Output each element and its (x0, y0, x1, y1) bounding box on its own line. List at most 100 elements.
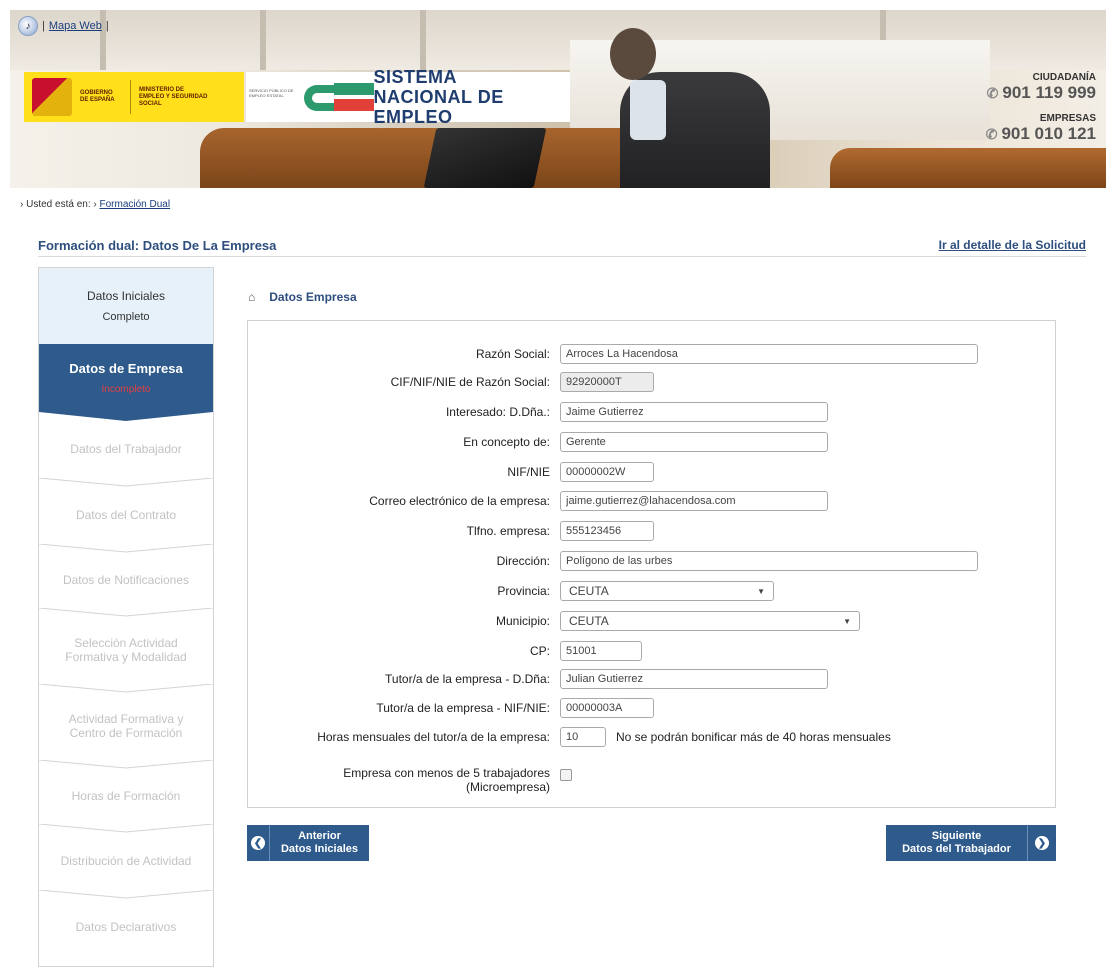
separator: | (42, 20, 45, 32)
company-label: EMPRESAS (1039, 113, 1096, 124)
chevron-left-icon: ❮ (251, 836, 265, 850)
nif-input[interactable] (560, 462, 654, 482)
step-status: Incompleto (101, 384, 151, 395)
sne-logo[interactable]: SISTEMA NACIONAL DE EMPLEO (298, 67, 570, 127)
form-row-correo: Correo electrónico de la empresa: (248, 490, 1055, 512)
sitemap-link[interactable]: Mapa Web (49, 20, 102, 32)
home-icon[interactable]: ⌂ (248, 290, 255, 304)
previous-label: Anterior Datos Iniciales (280, 830, 359, 855)
ministry-text: MINISTERIO DE EMPLEO Y SEGURIDAD SOCIAL (139, 86, 208, 107)
step-datos-trabajador[interactable]: Datos del Trabajador (39, 416, 213, 482)
citizen-label: CIUDADANÍA (1032, 72, 1096, 83)
form-row-telefono: Tlfno. empresa: (248, 520, 1055, 542)
step-datos-notificaciones[interactable]: Datos de Notificaciones (39, 548, 213, 612)
chevron-down-icon: ▼ (757, 586, 765, 596)
panel-header: ⌂ Datos Empresa (248, 290, 357, 304)
citizen-phone: ✆ 901 119 999 (986, 83, 1096, 102)
field-label: Horas mensuales del tutor/a de la empres… (317, 730, 550, 744)
site-header: ♪ | Mapa Web | GOBIERNO DE ESPAÑA MINIST… (10, 10, 1106, 188)
header-person-image (610, 20, 770, 188)
field-label: Interesado: D.Dña.: (445, 405, 550, 419)
phone-icon: ✆ (986, 84, 999, 101)
sne-logo-icon (304, 79, 374, 115)
step-actividad-centro[interactable]: Actividad Formativa y Centro de Formació… (39, 688, 213, 764)
tutor-nif-input[interactable] (560, 698, 654, 718)
tutor-name-input[interactable] (560, 669, 828, 689)
hours-note: No se podrán bonificar más de 40 horas m… (616, 730, 891, 744)
government-logo[interactable]: GOBIERNO DE ESPAÑA MINISTERIO DE EMPLEO … (24, 72, 244, 122)
form-row-provincia: Provincia: CEUTA ▼ (248, 580, 1055, 602)
request-detail-link[interactable]: Ir al detalle de la Solicitud (939, 238, 1086, 252)
header-sofa-right (830, 148, 1106, 188)
razon-social-input[interactable] (560, 344, 978, 364)
steps-sidebar: Datos Iniciales Completo Datos de Empres… (38, 267, 214, 967)
gov-text: GOBIERNO DE ESPAÑA (80, 90, 115, 103)
form-row-microempresa: Empresa con menos de 5 trabajadores (Mic… (248, 762, 1055, 798)
next-label: Siguiente Datos del Trabajador (902, 830, 1011, 855)
field-label: CP: (529, 644, 550, 658)
tutor-hours-input[interactable] (560, 727, 606, 747)
top-links: ♪ | Mapa Web | (18, 16, 109, 36)
sepe-text: SERVICIO PÚBLICO DE EMPLEO ESTATAL (246, 72, 298, 122)
step-datos-declarativos[interactable]: Datos Declarativos (39, 894, 213, 960)
breadcrumb-link[interactable]: Formación Dual (99, 199, 170, 210)
field-label: Tutor/a de la empresa - NIF/NIE: (376, 701, 550, 715)
microempresa-checkbox[interactable] (560, 769, 572, 781)
concepto-input[interactable] (560, 432, 828, 452)
province-select[interactable]: CEUTA ▼ (560, 581, 774, 601)
field-label: Empresa con menos de 5 trabajadores (Mic… (343, 766, 550, 794)
cif-input (560, 372, 654, 392)
form-row-municipio: Municipio: CEUTA ▼ (248, 610, 1055, 632)
breadcrumb-prefix: Usted está en: (26, 199, 91, 210)
contact-phones: CIUDADANÍA ✆ 901 119 999 EMPRESAS ✆ 901 … (986, 72, 1096, 144)
next-button[interactable]: Siguiente Datos del Trabajador ❯ (886, 825, 1056, 861)
form-row-tutor-nif: Tutor/a de la empresa - NIF/NIE: (248, 697, 1055, 719)
interesado-input[interactable] (560, 402, 828, 422)
step-seleccion-actividad[interactable]: Selección Actividad Formativa y Modalida… (39, 612, 213, 688)
form-row-tutor-nombre: Tutor/a de la empresa - D.Dña: (248, 668, 1055, 690)
phone-input[interactable] (560, 521, 654, 541)
form-row-direccion: Dirección: (248, 550, 1055, 572)
header-laptop (423, 128, 547, 188)
step-distribucion-actividad[interactable]: Distribución de Actividad (39, 828, 213, 894)
email-field[interactable] (560, 491, 828, 511)
step-status: Completo (102, 311, 150, 323)
step-datos-contrato[interactable]: Datos del Contrato (39, 482, 213, 548)
field-label: Correo electrónico de la empresa: (369, 494, 550, 508)
separator: | (105, 20, 109, 32)
form-row-razon-social: Razón Social: (248, 343, 1055, 365)
panel-title: Datos Empresa (269, 290, 357, 304)
field-label: En concepto de: (463, 435, 550, 449)
municipality-select[interactable]: CEUTA ▼ (560, 611, 860, 631)
page-title: Formación dual: Datos De La Empresa (38, 238, 277, 253)
previous-button[interactable]: ❮ Anterior Datos Iniciales (247, 825, 369, 861)
field-label: CIF/NIF/NIE de Razón Social: (390, 375, 550, 389)
step-datos-empresa[interactable]: Datos de Empresa Incompleto (39, 344, 213, 412)
title-divider (38, 256, 1086, 257)
coat-of-arms-icon (32, 78, 72, 116)
company-phone: ✆ 901 010 121 (985, 124, 1096, 143)
field-label: Provincia: (497, 584, 550, 598)
step-horas-formacion[interactable]: Horas de Formación (39, 764, 213, 828)
chevron-down-icon: ▼ (843, 616, 851, 626)
form-row-cif: CIF/NIF/NIE de Razón Social: (248, 371, 1055, 393)
form-row-nif: NIF/NIE (248, 461, 1055, 483)
field-label: Razón Social: (475, 347, 550, 361)
field-label: Municipio: (495, 614, 550, 628)
form-row-cp: CP: (248, 640, 1055, 662)
postal-code-input[interactable] (560, 641, 642, 661)
sne-line1: SISTEMA (373, 67, 458, 87)
phone-icon: ✆ (985, 125, 998, 142)
form-row-interesado: Interesado: D.Dña.: (248, 401, 1055, 423)
sne-line2: NACIONAL DE EMPLEO (373, 87, 504, 127)
field-label: Dirección: (496, 554, 550, 568)
step-datos-iniciales[interactable]: Datos Iniciales Completo (39, 268, 213, 344)
breadcrumb: › Usted está en: › Formación Dual (20, 199, 171, 210)
address-input[interactable] (560, 551, 978, 571)
company-form: Razón Social: CIF/NIF/NIE de Razón Socia… (247, 320, 1056, 808)
field-label: Tutor/a de la empresa - D.Dña: (385, 672, 550, 686)
field-label: Tlfno. empresa: (466, 524, 550, 538)
speaker-icon[interactable]: ♪ (18, 16, 38, 36)
form-row-horas: Horas mensuales del tutor/a de la empres… (248, 726, 1055, 748)
form-row-concepto: En concepto de: (248, 431, 1055, 453)
